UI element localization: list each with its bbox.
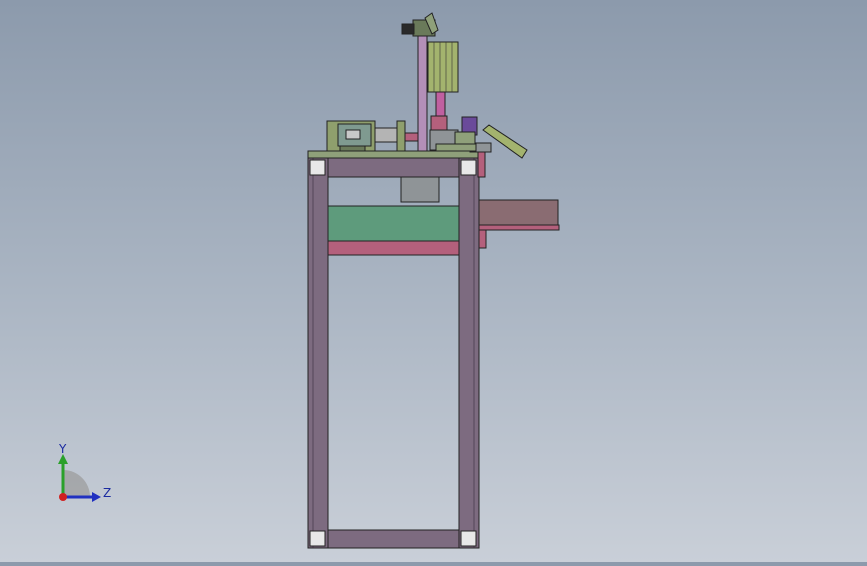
tray-rail xyxy=(478,224,560,231)
top-beam xyxy=(327,157,460,178)
output-chute xyxy=(482,124,528,159)
z-axis-label: Z xyxy=(103,486,111,500)
axis-triad: Y Z xyxy=(52,440,122,510)
corner-cap xyxy=(309,530,326,547)
model-view xyxy=(307,12,560,549)
feeder-hopper xyxy=(427,41,459,93)
center-block xyxy=(400,176,440,203)
mid-panel xyxy=(327,205,460,242)
x-axis-dot xyxy=(59,493,67,501)
right-leg xyxy=(458,157,480,549)
corner-cap xyxy=(309,159,326,176)
cad-viewport[interactable]: Y Z xyxy=(0,0,867,562)
cutter-head xyxy=(429,115,478,152)
side-tray xyxy=(478,199,559,226)
motor-assembly xyxy=(326,120,428,152)
corner-cap xyxy=(460,530,477,547)
corner-cap xyxy=(460,159,477,176)
left-leg xyxy=(307,157,329,549)
machine-frame xyxy=(307,157,560,549)
bottom-beam xyxy=(327,529,460,549)
triad-quadrant xyxy=(63,470,90,497)
y-axis-label: Y xyxy=(58,442,67,456)
mid-rail xyxy=(327,240,460,256)
tray-bracket xyxy=(478,229,487,249)
